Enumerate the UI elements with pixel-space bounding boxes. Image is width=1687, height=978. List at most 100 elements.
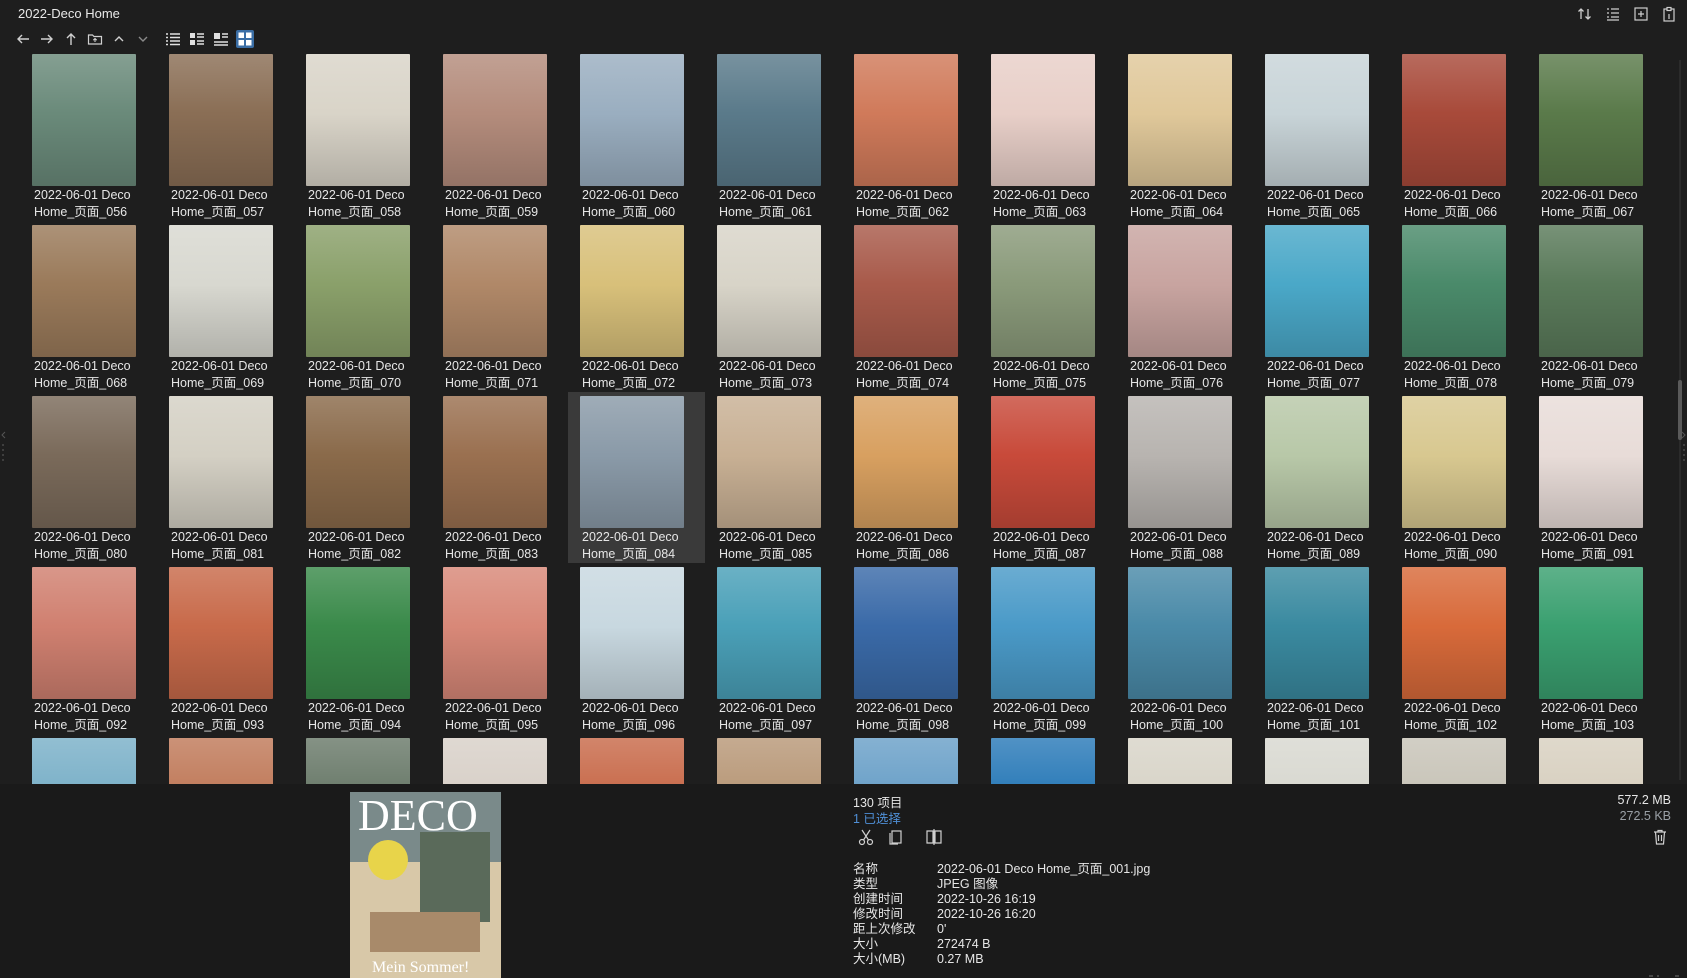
thumbnail-item[interactable] bbox=[842, 734, 979, 784]
left-pane-grip[interactable] bbox=[1, 430, 7, 470]
thumbnail-item[interactable]: 2022-06-01 Deco Home_页面_080 bbox=[20, 392, 157, 563]
vertical-scrollbar[interactable] bbox=[1677, 60, 1683, 780]
thumbnail-image[interactable] bbox=[991, 567, 1095, 699]
scrollbar-thumb[interactable] bbox=[1678, 380, 1682, 440]
thumbnail-item[interactable]: 2022-06-01 Deco Home_页面_065 bbox=[1253, 50, 1390, 221]
thumbnail-image[interactable] bbox=[991, 396, 1095, 528]
back-icon[interactable] bbox=[14, 30, 32, 48]
thumbnail-image[interactable] bbox=[169, 225, 273, 357]
thumbnail-item[interactable]: 2022-06-01 Deco Home_页面_061 bbox=[705, 50, 842, 221]
thumbnail-image[interactable] bbox=[1128, 396, 1232, 528]
thumbnail-image[interactable] bbox=[443, 738, 547, 784]
thumbnail-image[interactable] bbox=[306, 54, 410, 186]
thumbnail-image[interactable] bbox=[854, 54, 958, 186]
thumbnail-item[interactable]: 2022-06-01 Deco Home_页面_091 bbox=[1527, 392, 1660, 563]
thumbnail-item[interactable]: 2022-06-01 Deco Home_页面_073 bbox=[705, 221, 842, 392]
thumbnail-item[interactable] bbox=[1390, 734, 1527, 784]
thumbnail-image[interactable] bbox=[1402, 54, 1506, 186]
thumbnail-image[interactable] bbox=[580, 567, 684, 699]
thumbnail-item[interactable]: 2022-06-01 Deco Home_页面_075 bbox=[979, 221, 1116, 392]
resize-grip[interactable] bbox=[1647, 966, 1681, 977]
thumbnail-image[interactable] bbox=[580, 225, 684, 357]
thumbnail-item[interactable]: 2022-06-01 Deco Home_页面_057 bbox=[157, 50, 294, 221]
thumbnail-item[interactable]: 2022-06-01 Deco Home_页面_078 bbox=[1390, 221, 1527, 392]
thumbnail-item[interactable]: 2022-06-01 Deco Home_页面_070 bbox=[294, 221, 431, 392]
add-pane-icon[interactable] bbox=[1633, 6, 1649, 22]
thumbnail-image[interactable] bbox=[1539, 738, 1643, 784]
thumbnail-item[interactable]: 2022-06-01 Deco Home_页面_074 bbox=[842, 221, 979, 392]
thumbnail-item[interactable]: 2022-06-01 Deco Home_页面_068 bbox=[20, 221, 157, 392]
thumbnail-item[interactable]: 2022-06-01 Deco Home_页面_072 bbox=[568, 221, 705, 392]
selected-count[interactable]: 1 已选择 bbox=[853, 808, 901, 827]
thumbnail-item[interactable]: 2022-06-01 Deco Home_页面_060 bbox=[568, 50, 705, 221]
thumbnail-item[interactable] bbox=[1527, 734, 1660, 784]
thumbnail-image[interactable] bbox=[854, 738, 958, 784]
thumbnail-item[interactable]: 2022-06-01 Deco Home_页面_096 bbox=[568, 563, 705, 734]
thumbnail-image[interactable] bbox=[1402, 396, 1506, 528]
thumbnail-image[interactable] bbox=[580, 396, 684, 528]
thumbnail-item[interactable]: 2022-06-01 Deco Home_页面_099 bbox=[979, 563, 1116, 734]
thumbnail-image[interactable] bbox=[443, 567, 547, 699]
thumbnail-image[interactable] bbox=[717, 738, 821, 784]
thumbnail-image[interactable] bbox=[1128, 54, 1232, 186]
view-tiles-icon[interactable] bbox=[212, 30, 230, 48]
chevron-down-icon[interactable] bbox=[134, 30, 152, 48]
thumbnail-image[interactable] bbox=[169, 738, 273, 784]
thumbnail-image[interactable] bbox=[717, 225, 821, 357]
thumbnail-image[interactable] bbox=[991, 54, 1095, 186]
thumbnail-image[interactable] bbox=[443, 54, 547, 186]
thumbnail-image[interactable] bbox=[854, 225, 958, 357]
columns-icon[interactable] bbox=[1605, 6, 1621, 22]
thumbnail-image[interactable] bbox=[1402, 225, 1506, 357]
thumbnail-image[interactable] bbox=[443, 225, 547, 357]
compare-icon[interactable] bbox=[925, 828, 943, 846]
thumbnail-image[interactable] bbox=[854, 396, 958, 528]
thumbnail-image[interactable] bbox=[1539, 225, 1643, 357]
thumbnail-item[interactable]: 2022-06-01 Deco Home_页面_085 bbox=[705, 392, 842, 563]
thumbnail-image[interactable] bbox=[991, 738, 1095, 784]
thumbnail-image[interactable] bbox=[1128, 738, 1232, 784]
view-thumbnails-icon[interactable] bbox=[236, 30, 254, 48]
thumbnail-item[interactable]: 2022-06-01 Deco Home_页面_100 bbox=[1116, 563, 1253, 734]
thumbnail-item[interactable]: 2022-06-01 Deco Home_页面_103 bbox=[1527, 563, 1660, 734]
thumbnail-image[interactable] bbox=[717, 396, 821, 528]
thumbnail-image[interactable] bbox=[1128, 225, 1232, 357]
thumbnail-item[interactable] bbox=[1253, 734, 1390, 784]
chevron-up-icon[interactable] bbox=[110, 30, 128, 48]
thumbnail-image[interactable] bbox=[1265, 396, 1369, 528]
thumbnail-item[interactable]: 2022-06-01 Deco Home_页面_064 bbox=[1116, 50, 1253, 221]
thumbnail-item[interactable]: 2022-06-01 Deco Home_页面_083 bbox=[431, 392, 568, 563]
thumbnail-image[interactable] bbox=[717, 54, 821, 186]
thumbnail-item[interactable]: 2022-06-01 Deco Home_页面_059 bbox=[431, 50, 568, 221]
thumbnail-image[interactable] bbox=[1539, 567, 1643, 699]
view-details-icon[interactable] bbox=[188, 30, 206, 48]
thumbnail-item[interactable]: 2022-06-01 Deco Home_页面_088 bbox=[1116, 392, 1253, 563]
thumbnail-item[interactable]: 2022-06-01 Deco Home_页面_101 bbox=[1253, 563, 1390, 734]
view-list-icon[interactable] bbox=[164, 30, 182, 48]
thumbnail-image[interactable] bbox=[306, 225, 410, 357]
thumbnail-item[interactable]: 2022-06-01 Deco Home_页面_093 bbox=[157, 563, 294, 734]
thumbnail-image[interactable] bbox=[32, 396, 136, 528]
thumbnail-item[interactable]: 2022-06-01 Deco Home_页面_090 bbox=[1390, 392, 1527, 563]
thumbnail-image[interactable] bbox=[580, 54, 684, 186]
thumbnail-item[interactable]: 2022-06-01 Deco Home_页面_077 bbox=[1253, 221, 1390, 392]
thumbnail-image[interactable] bbox=[580, 738, 684, 784]
thumbnail-item[interactable] bbox=[20, 734, 157, 784]
thumbnail-item[interactable]: 2022-06-01 Deco Home_页面_071 bbox=[431, 221, 568, 392]
thumbnail-image[interactable] bbox=[1539, 54, 1643, 186]
thumbnail-item[interactable]: 2022-06-01 Deco Home_页面_056 bbox=[20, 50, 157, 221]
thumbnail-image[interactable] bbox=[306, 396, 410, 528]
thumbnail-item[interactable]: 2022-06-01 Deco Home_页面_098 bbox=[842, 563, 979, 734]
thumbnail-item[interactable] bbox=[979, 734, 1116, 784]
folder-up-icon[interactable] bbox=[86, 30, 104, 48]
thumbnail-image[interactable] bbox=[1265, 738, 1369, 784]
thumbnail-image[interactable] bbox=[1265, 54, 1369, 186]
thumbnail-image[interactable] bbox=[1402, 738, 1506, 784]
thumbnail-item[interactable]: 2022-06-01 Deco Home_页面_092 bbox=[20, 563, 157, 734]
thumbnail-item[interactable]: 2022-06-01 Deco Home_页面_067 bbox=[1527, 50, 1660, 221]
forward-icon[interactable] bbox=[38, 30, 56, 48]
thumbnail-image[interactable] bbox=[169, 54, 273, 186]
thumbnail-item[interactable]: 2022-06-01 Deco Home_页面_076 bbox=[1116, 221, 1253, 392]
clipboard-icon[interactable] bbox=[1661, 6, 1677, 22]
thumbnail-item[interactable] bbox=[294, 734, 431, 784]
